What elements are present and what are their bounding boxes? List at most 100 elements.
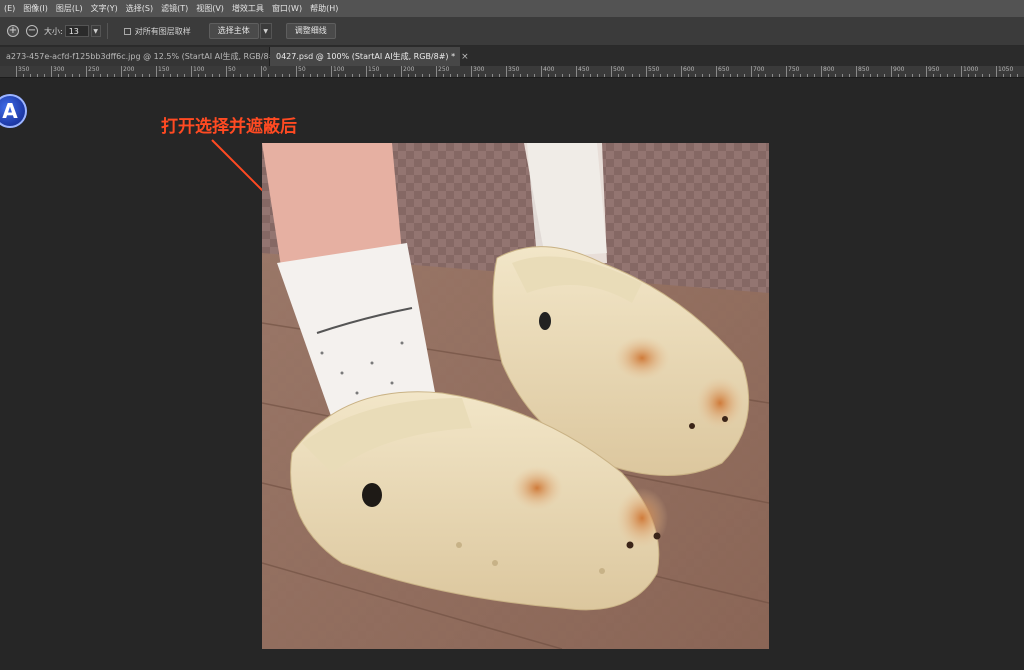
ruler-minor-tick: [842, 74, 843, 77]
ruler-minor-tick: [870, 74, 871, 77]
ruler-minor-tick: [849, 74, 850, 77]
ruler-minor-tick: [723, 74, 724, 77]
ruler-tick: [366, 66, 367, 77]
ruler-tick: [821, 66, 822, 77]
ruler-label: 300: [53, 66, 65, 73]
ruler-minor-tick: [765, 74, 766, 77]
document-canvas-image[interactable]: [262, 143, 769, 649]
ruler-minor-tick: [205, 74, 206, 77]
ruler-minor-tick: [807, 74, 808, 77]
menu-item[interactable]: 视图(V): [192, 3, 228, 14]
ruler-tick: [576, 66, 577, 77]
tab-jpg[interactable]: a273-457e-acfd-f125bb3dff6c.jpg @ 12.5% …: [0, 47, 299, 66]
ruler-minor-tick: [317, 74, 318, 77]
menu-item[interactable]: 增效工具: [228, 3, 268, 14]
options-bar: + − 大小: 13 ▼ 对所有图层取样 选择主体 ▼ 调整细线: [0, 17, 1024, 46]
ruler-minor-tick: [177, 74, 178, 77]
ruler-label: 800: [823, 66, 835, 73]
ruler-label: 0: [263, 66, 267, 73]
ruler-minor-tick: [289, 74, 290, 77]
ruler-minor-tick: [128, 74, 129, 77]
menu-item[interactable]: 图层(L): [52, 3, 87, 14]
ruler-minor-tick: [758, 74, 759, 77]
ruler-minor-tick: [982, 74, 983, 77]
ruler-minor-tick: [898, 74, 899, 77]
ruler-minor-tick: [359, 74, 360, 77]
ruler-label: 750: [788, 66, 800, 73]
refine-hair-button[interactable]: 调整细线: [285, 23, 336, 39]
tab-psd[interactable]: 0427.psd @ 100% (StartAI AI生成, RGB/8#) *…: [270, 47, 469, 66]
ruler-minor-tick: [303, 74, 304, 77]
ruler-minor-tick: [457, 74, 458, 77]
ruler-minor-tick: [422, 74, 423, 77]
ruler-tick: [331, 66, 332, 77]
ruler-tick: [86, 66, 87, 77]
ruler-minor-tick: [324, 74, 325, 77]
startai-logo: A: [0, 94, 27, 128]
ruler-tick: [751, 66, 752, 77]
ruler-minor-tick: [548, 74, 549, 77]
ruler-minor-tick: [912, 74, 913, 77]
ruler-minor-tick: [184, 74, 185, 77]
ruler-minor-tick: [380, 74, 381, 77]
ruler-minor-tick: [744, 74, 745, 77]
ruler-minor-tick: [779, 74, 780, 77]
menu-item[interactable]: 窗口(W): [268, 3, 306, 14]
ruler-minor-tick: [170, 74, 171, 77]
divider: [106, 23, 108, 39]
size-input[interactable]: 13: [64, 25, 89, 37]
ruler-tick: [401, 66, 402, 77]
menu-item[interactable]: 选择(S): [122, 3, 157, 14]
ruler-minor-tick: [163, 74, 164, 77]
ruler-label: 100: [333, 66, 345, 73]
ruler-minor-tick: [730, 74, 731, 77]
ruler-minor-tick: [667, 74, 668, 77]
menu-item[interactable]: 滤镜(T): [157, 3, 192, 14]
ruler-minor-tick: [415, 74, 416, 77]
ruler-tick: [996, 66, 997, 77]
ruler-minor-tick: [793, 74, 794, 77]
ruler-minor-tick: [954, 74, 955, 77]
ruler-minor-tick: [408, 74, 409, 77]
select-subject-button[interactable]: 选择主体: [208, 23, 259, 39]
chevron-down-icon[interactable]: ▼: [90, 25, 101, 37]
ruler-minor-tick: [72, 74, 73, 77]
ruler-label: 550: [648, 66, 660, 73]
ruler-minor-tick: [212, 74, 213, 77]
ruler-tick: [436, 66, 437, 77]
sample-all-layers-checkbox[interactable]: [123, 27, 131, 35]
ruler-tick: [226, 66, 227, 77]
menu-item[interactable]: 文字(Y): [87, 3, 122, 14]
ruler-minor-tick: [625, 74, 626, 77]
ruler-minor-tick: [338, 74, 339, 77]
ruler-tick: [506, 66, 507, 77]
ruler-label: 450: [578, 66, 590, 73]
ruler-minor-tick: [219, 74, 220, 77]
ruler-minor-tick: [58, 74, 59, 77]
ruler-minor-tick: [233, 74, 234, 77]
menu-item[interactable]: 图像(I): [19, 3, 52, 14]
ruler-minor-tick: [149, 74, 150, 77]
chevron-down-icon[interactable]: ▼: [259, 23, 272, 39]
menu-item[interactable]: (E): [0, 4, 19, 13]
plus-circle-icon[interactable]: +: [7, 25, 19, 37]
ruler-label: 850: [858, 66, 870, 73]
ruler-label: 100: [193, 66, 205, 73]
ruler-tick: [786, 66, 787, 77]
ruler-minor-tick: [485, 74, 486, 77]
ruler-minor-tick: [93, 74, 94, 77]
ruler-minor-tick: [450, 74, 451, 77]
ruler-minor-tick: [604, 74, 605, 77]
ruler-minor-tick: [100, 74, 101, 77]
ruler-minor-tick: [282, 74, 283, 77]
close-icon[interactable]: ×: [461, 52, 469, 62]
ruler-minor-tick: [310, 74, 311, 77]
ruler-minor-tick: [828, 74, 829, 77]
ruler-minor-tick: [695, 74, 696, 77]
ruler-label: 150: [368, 66, 380, 73]
ruler-tick: [681, 66, 682, 77]
menu-item[interactable]: 帮助(H): [306, 3, 342, 14]
minus-circle-icon[interactable]: −: [26, 25, 38, 37]
ruler-minor-tick: [394, 74, 395, 77]
horizontal-ruler: 350 300 250 200 150 100 50 0 50 100 150 200 250 300 35…: [0, 66, 1024, 78]
